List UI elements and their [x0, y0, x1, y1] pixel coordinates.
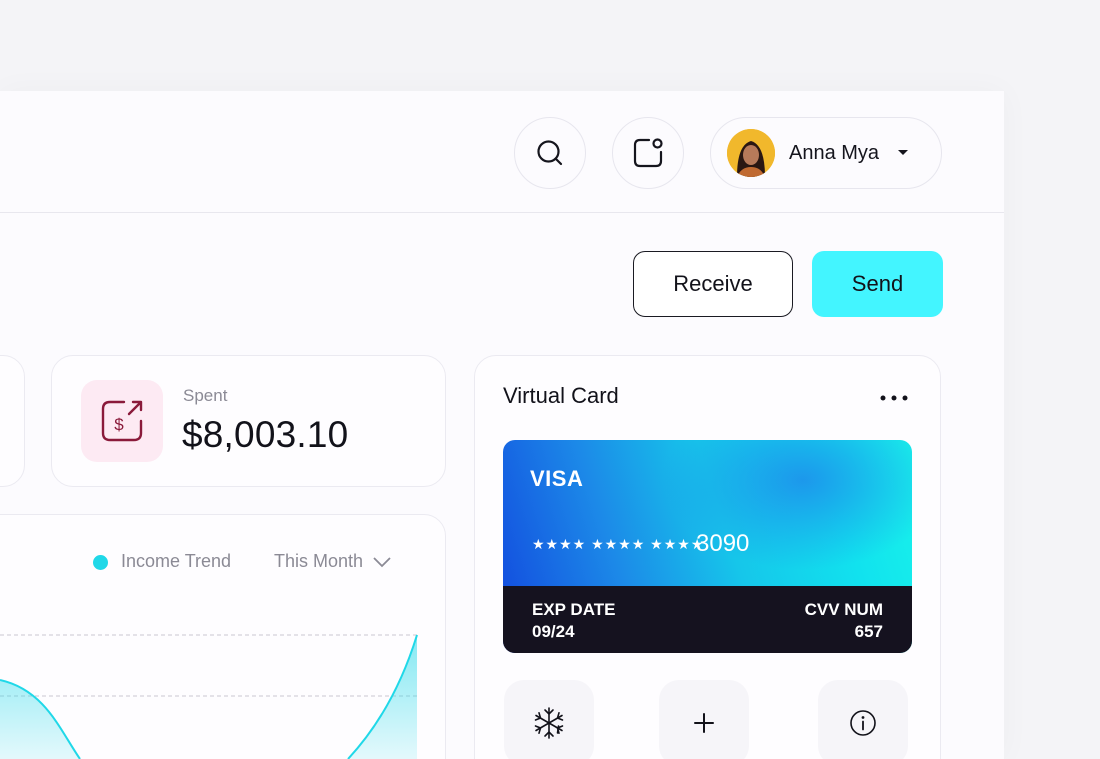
search-icon — [537, 140, 563, 166]
spent-icon-tile: $ — [81, 380, 163, 462]
snowflake-icon — [534, 707, 564, 739]
notification-icon — [633, 138, 663, 168]
spent-label: Spent — [183, 386, 228, 405]
cvv-value: 657 — [854, 622, 883, 641]
notification-button[interactable] — [612, 117, 684, 189]
legend-dot — [93, 555, 108, 570]
freeze-card-button[interactable] — [504, 680, 594, 759]
income-stat-card — [0, 355, 25, 487]
period-label: This Month — [274, 551, 364, 571]
income-trend-area — [0, 635, 417, 759]
exp-date-label: EXP DATE — [532, 600, 616, 619]
svg-text:$: $ — [114, 415, 124, 434]
search-button[interactable] — [514, 117, 586, 189]
spent-value: $8,003.10 — [182, 414, 349, 455]
plus-icon — [694, 713, 714, 733]
user-name: Anna Mya — [789, 141, 880, 164]
chevron-down-icon — [373, 556, 391, 567]
visa-card[interactable]: VISA ★★★★ ★★★★ ★★★★ 3090 EXP DATE 09/24 … — [503, 440, 912, 653]
virtual-card-title: Virtual Card — [503, 383, 619, 408]
exp-date-value: 09/24 — [532, 622, 575, 641]
more-options-button[interactable] — [878, 388, 910, 408]
header-divider — [0, 212, 1004, 213]
caret-down-icon — [898, 150, 909, 155]
send-button[interactable]: Send — [812, 251, 943, 317]
card-info-button[interactable] — [818, 680, 908, 759]
dollar-out-icon: $ — [101, 400, 143, 442]
receive-button[interactable]: Receive — [633, 251, 793, 317]
user-menu[interactable]: Anna Mya — [710, 117, 942, 189]
period-select[interactable]: This Month — [274, 551, 391, 572]
add-funds-button[interactable] — [659, 680, 749, 759]
card-last-four: 3090 — [696, 530, 750, 557]
avatar — [727, 129, 775, 177]
info-icon — [850, 710, 876, 736]
more-dots-icon — [880, 395, 908, 401]
cvv-label: CVV NUM — [804, 600, 883, 619]
card-brand: VISA — [530, 466, 584, 491]
income-trend-chart — [0, 634, 418, 759]
legend-label: Income Trend — [121, 551, 232, 571]
card-masked-number: ★★★★ ★★★★ ★★★★ — [532, 536, 705, 552]
